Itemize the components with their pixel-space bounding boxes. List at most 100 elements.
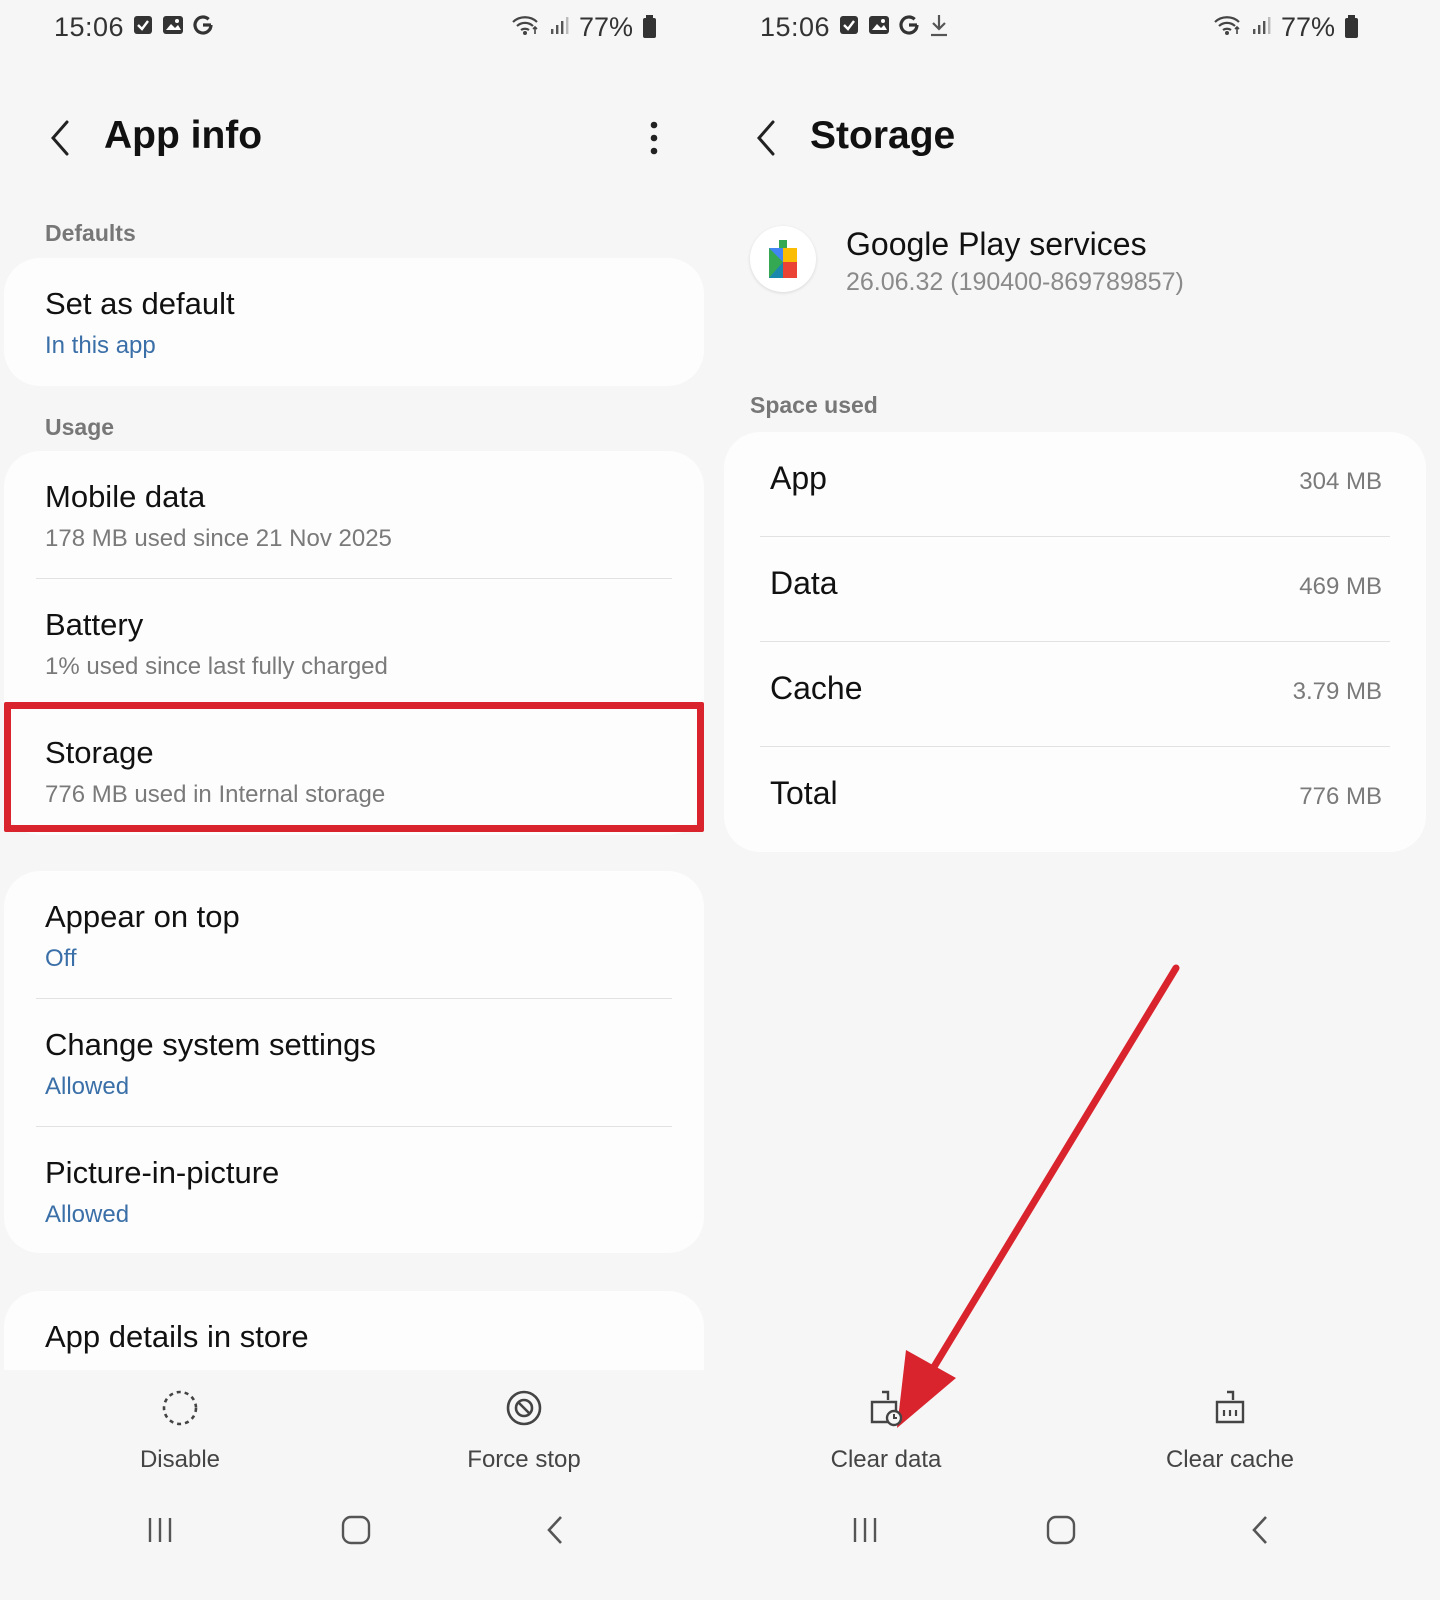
app-bar: Storage — [720, 108, 1440, 168]
storage-row-cache: Cache 3.79 MB — [724, 642, 1426, 747]
item-title: Storage — [45, 735, 154, 770]
force-stop-button[interactable]: Force stop — [424, 1386, 624, 1474]
navigation-bar — [720, 1500, 1440, 1560]
download-notification-icon — [928, 14, 950, 37]
item-title: Set as default — [45, 286, 235, 321]
mobile-data-item[interactable]: Mobile data 178 MB used since 21 Nov 202… — [4, 451, 704, 579]
picture-in-picture-item[interactable]: Picture-in-picture Allowed — [4, 1127, 704, 1253]
force-stop-icon — [506, 1390, 542, 1426]
clear-cache-button[interactable]: Clear cache — [1130, 1386, 1330, 1474]
more-vertical-icon — [650, 121, 658, 155]
item-title: Appear on top — [45, 899, 240, 934]
usage-card: Mobile data 178 MB used since 21 Nov 202… — [4, 451, 704, 835]
space-used-card: App 304 MB Data 469 MB Cache 3.79 MB Tot… — [724, 432, 1426, 852]
storage-row-data: Data 469 MB — [724, 537, 1426, 642]
clear-cache-label: Clear cache — [1165, 1446, 1295, 1473]
status-bar: 15:06 77% — [0, 8, 720, 52]
checkbox-notification-icon — [838, 14, 860, 36]
recent-apps-button[interactable] — [135, 1510, 185, 1550]
row-label: Total — [770, 775, 838, 811]
section-label-space-used: Space used — [750, 392, 878, 418]
wifi-icon — [511, 12, 541, 43]
storage-row-app: App 304 MB — [724, 432, 1426, 537]
signal-icon — [549, 12, 571, 43]
storage-item[interactable]: Storage 776 MB used in Internal storage — [4, 707, 704, 835]
item-subtitle: 1% used since last fully charged — [45, 653, 388, 680]
clear-cache-icon — [1215, 1390, 1245, 1424]
battery-icon — [1345, 14, 1358, 38]
wifi-icon — [1213, 12, 1243, 43]
permissions-card: Appear on top Off Change system settings… — [4, 871, 704, 1253]
change-system-settings-item[interactable]: Change system settings Allowed — [4, 999, 704, 1127]
signal-icon — [1251, 12, 1273, 43]
bottom-action-bar: Disable Force stop — [0, 1370, 720, 1490]
item-subtitle: Allowed — [45, 1201, 130, 1228]
gallery-notification-icon — [162, 14, 184, 36]
app-version: 26.06.32 (190400-869789857) — [846, 268, 1184, 296]
disable-icon — [162, 1390, 198, 1426]
row-value: 304 MB — [1299, 468, 1382, 495]
home-button[interactable] — [1036, 1510, 1086, 1550]
storage-row-total: Total 776 MB — [724, 747, 1426, 852]
app-name: Google Play services — [846, 226, 1147, 262]
page-title: Storage — [810, 114, 956, 157]
item-title: Picture-in-picture — [45, 1155, 280, 1190]
home-icon — [341, 1515, 371, 1545]
clear-data-icon — [870, 1390, 903, 1427]
row-label: Cache — [770, 670, 863, 706]
nav-back-icon — [547, 1516, 562, 1544]
defaults-card: Set as default In this app — [4, 258, 704, 386]
google-play-services-icon — [750, 226, 816, 292]
item-title: Battery — [45, 607, 144, 642]
nav-back-button[interactable] — [530, 1510, 580, 1550]
recent-apps-icon — [148, 1518, 172, 1542]
item-subtitle: 178 MB used since 21 Nov 2025 — [45, 525, 392, 552]
app-info-screen: 15:06 77% App info Defaults Set as defau… — [0, 0, 720, 1600]
row-label: App — [770, 460, 827, 496]
more-options-button[interactable] — [644, 116, 664, 160]
home-icon — [1046, 1515, 1076, 1545]
row-value: 3.79 MB — [1292, 678, 1382, 705]
item-subtitle: In this app — [45, 332, 156, 359]
clear-data-label: Clear data — [830, 1446, 942, 1473]
disable-button[interactable]: Disable — [80, 1386, 280, 1474]
recent-apps-icon — [853, 1518, 877, 1542]
item-title: Change system settings — [45, 1027, 376, 1062]
item-subtitle: Off — [45, 945, 77, 972]
battery-percent: 77% — [578, 12, 633, 42]
home-button[interactable] — [331, 1510, 381, 1550]
item-subtitle: 776 MB used in Internal storage — [45, 781, 386, 808]
clear-data-button[interactable]: Clear data — [786, 1386, 986, 1474]
section-label-defaults: Defaults — [45, 220, 136, 246]
status-time: 15:06 — [54, 12, 125, 42]
battery-percent: 77% — [1280, 12, 1335, 42]
battery-icon — [643, 14, 656, 38]
checkbox-notification-icon — [132, 14, 154, 36]
storage-screen: 15:06 77% Storage Google Play services 2… — [720, 0, 1440, 1600]
status-time: 15:06 — [760, 12, 831, 42]
row-value: 776 MB — [1299, 783, 1382, 810]
item-title: App details in store — [45, 1319, 309, 1354]
section-label-usage: Usage — [45, 414, 115, 440]
app-identity: Google Play services 26.06.32 (190400-86… — [750, 222, 1410, 312]
nav-back-icon — [1252, 1516, 1267, 1544]
item-title: Mobile data — [45, 479, 206, 514]
battery-item[interactable]: Battery 1% used since last fully charged — [4, 579, 704, 707]
item-subtitle: Allowed — [45, 1073, 130, 1100]
back-arrow-icon — [51, 120, 69, 156]
back-arrow-icon — [757, 120, 775, 156]
appear-on-top-item[interactable]: Appear on top Off — [4, 871, 704, 999]
force-stop-label: Force stop — [467, 1446, 581, 1473]
page-title: App info — [104, 114, 263, 157]
back-button[interactable] — [746, 112, 786, 164]
back-button[interactable] — [40, 112, 80, 164]
app-bar: App info — [0, 108, 720, 168]
recent-apps-button[interactable] — [840, 1510, 890, 1550]
row-value: 469 MB — [1299, 573, 1382, 600]
set-as-default-item[interactable]: Set as default In this app — [4, 258, 704, 386]
nav-back-button[interactable] — [1235, 1510, 1285, 1550]
google-notification-icon — [192, 14, 214, 36]
disable-label: Disable — [139, 1446, 221, 1473]
row-label: Data — [770, 565, 838, 601]
bottom-action-bar: Clear data Clear cache — [720, 1370, 1440, 1490]
